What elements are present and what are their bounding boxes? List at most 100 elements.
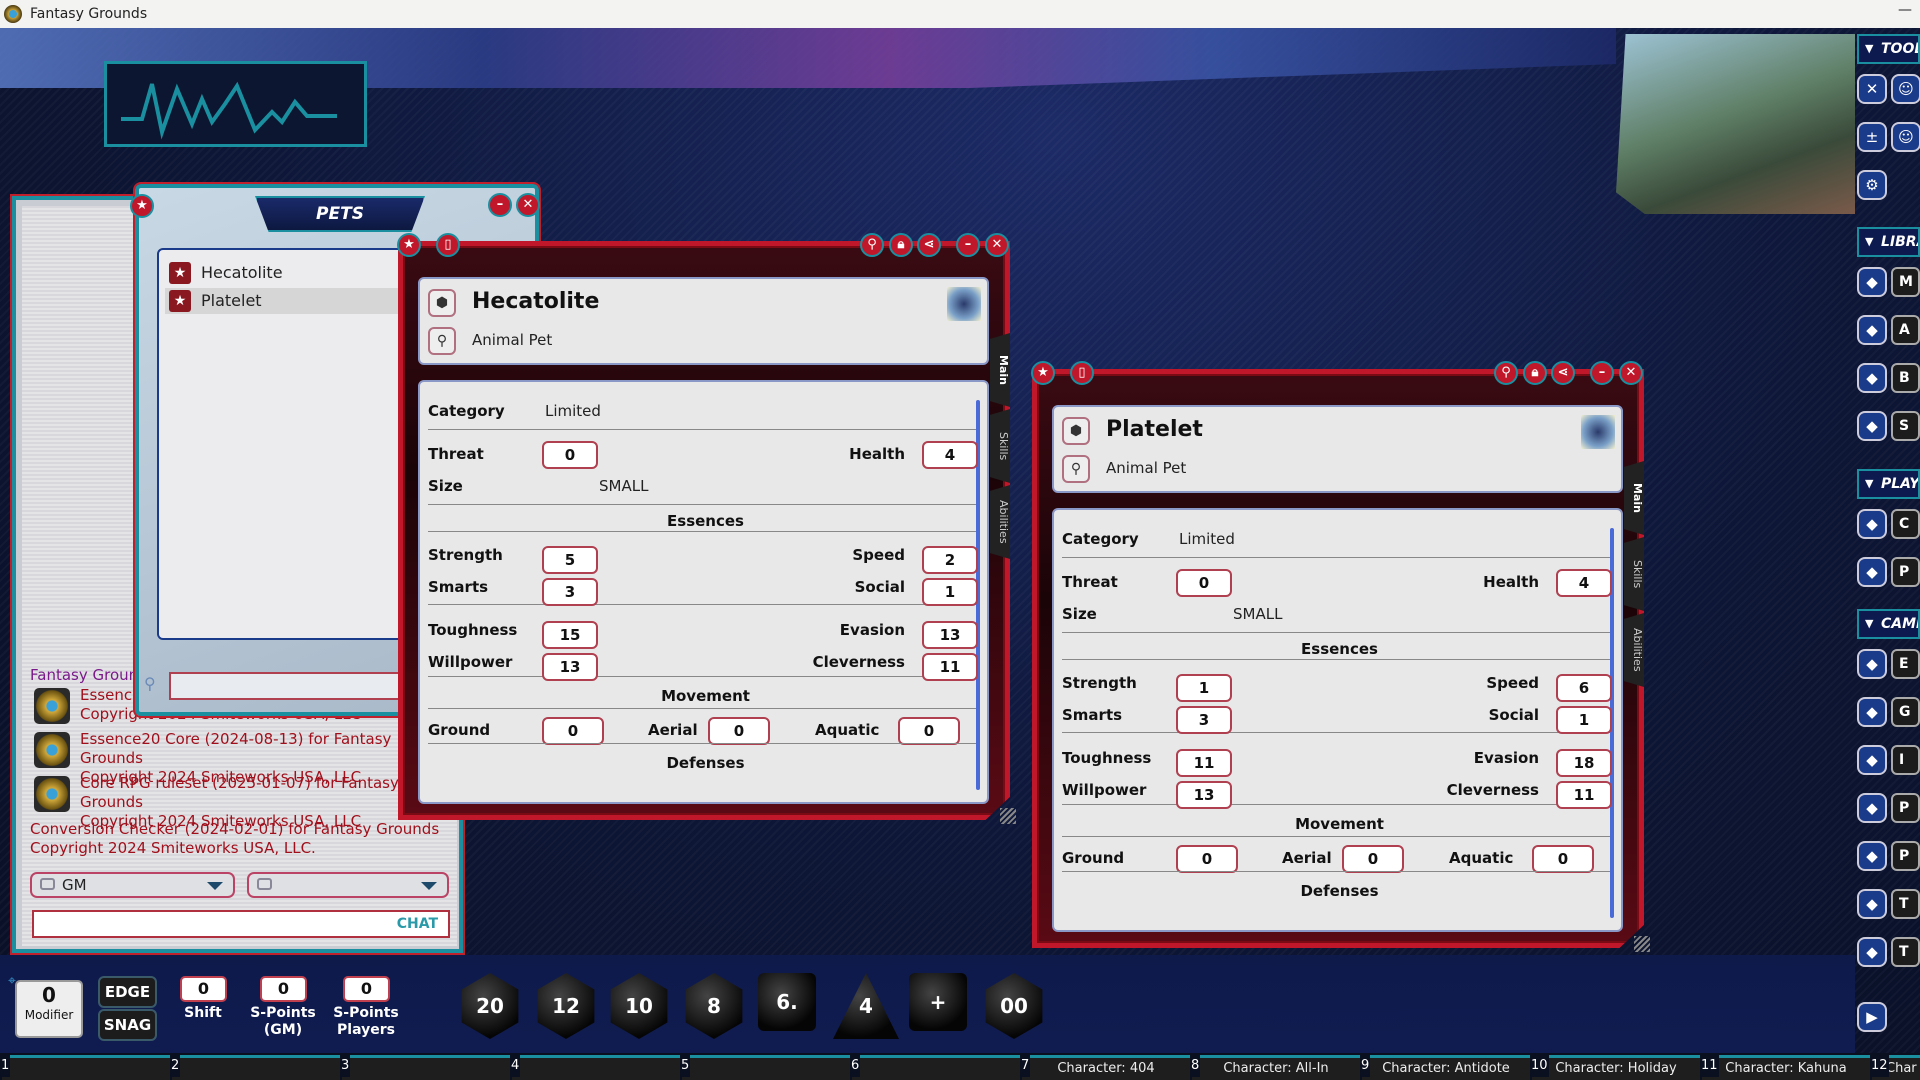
sidebar-icon[interactable]: ◆ — [1857, 889, 1887, 919]
minimize-button[interactable]: – — [1590, 361, 1614, 385]
hotkey-slot[interactable]: 10Character: Holiday — [1532, 1055, 1700, 1080]
sidebar-button[interactable]: G — [1891, 697, 1920, 727]
hotkey-slot[interactable]: 2 — [172, 1055, 340, 1080]
dice-icon[interactable]: ⬢ — [1062, 417, 1090, 445]
search-button[interactable]: ⚲ — [1494, 361, 1518, 385]
pet-name[interactable]: Platelet — [1106, 417, 1203, 442]
favorite-star-button[interactable]: ★ — [397, 233, 421, 257]
sidebar-button[interactable]: B — [1891, 363, 1920, 393]
search-button[interactable]: ⚲ — [860, 233, 884, 257]
toughness-field[interactable]: 15 — [542, 621, 598, 649]
sidebar-section-players[interactable]: PLAYERS — [1857, 469, 1920, 499]
sidebar-button[interactable]: M — [1891, 267, 1920, 297]
sidebar-icon[interactable]: ◆ — [1857, 267, 1887, 297]
aquatic-field[interactable]: 0 — [1532, 845, 1594, 873]
d20-die-icon[interactable]: 20 — [457, 973, 523, 1039]
sidebar-icon[interactable]: ◆ — [1857, 937, 1887, 967]
tab-main[interactable]: Main — [990, 333, 1010, 407]
hotkey-slot[interactable]: 3 — [342, 1055, 510, 1080]
sidebar-button[interactable]: C — [1891, 509, 1920, 539]
pets-close-button[interactable]: ✕ — [516, 193, 540, 217]
aerial-field[interactable]: 0 — [708, 717, 770, 745]
willpower-field[interactable]: 13 — [542, 653, 598, 681]
tool-icon[interactable]: ✕ — [1857, 74, 1887, 104]
tool-icon[interactable]: ⚙ — [1857, 170, 1887, 200]
close-button[interactable]: ✕ — [985, 233, 1009, 257]
add-die-icon[interactable]: + — [909, 973, 967, 1031]
tab-abilities[interactable]: Abilities — [1624, 613, 1644, 687]
speed-field[interactable]: 2 — [922, 546, 978, 574]
hotkey-slot[interactable]: 4 — [512, 1055, 680, 1080]
strength-field[interactable]: 1 — [1176, 674, 1232, 702]
favorite-star-button[interactable]: ★ — [1031, 361, 1055, 385]
sidebar-button[interactable]: S — [1891, 411, 1920, 441]
speed-field[interactable]: 6 — [1556, 674, 1612, 702]
cleverness-field[interactable]: 11 — [922, 653, 978, 681]
toughness-field[interactable]: 11 — [1176, 749, 1232, 777]
social-field[interactable]: 1 — [922, 578, 978, 606]
sidebar-icon[interactable]: ◆ — [1857, 793, 1887, 823]
threat-field[interactable]: 0 — [542, 441, 598, 469]
modifier-box[interactable]: 0 Modifier — [15, 980, 83, 1038]
close-button[interactable]: ✕ — [1619, 361, 1643, 385]
sidebar-section-tools[interactable]: TOOLS — [1857, 34, 1920, 64]
evasion-field[interactable]: 13 — [922, 621, 978, 649]
pet-name[interactable]: Hecatolite — [472, 289, 599, 314]
tool-icon[interactable]: ± — [1857, 122, 1887, 152]
zoom-icon[interactable]: ⚲ — [1062, 455, 1090, 483]
pet-portrait[interactable] — [1581, 415, 1615, 449]
sidebar-button[interactable]: A — [1891, 315, 1920, 345]
d12-die-icon[interactable]: 12 — [533, 973, 599, 1039]
share-button[interactable]: ⋖ — [1551, 361, 1575, 385]
d6-die-icon[interactable]: 6. — [758, 973, 816, 1031]
aquatic-field[interactable]: 0 — [898, 717, 960, 745]
book-button[interactable]: ▯ — [436, 233, 460, 257]
counter-field[interactable]: 0 — [180, 976, 227, 1002]
health-field[interactable]: 4 — [922, 441, 978, 469]
sidebar-button[interactable]: T — [1891, 889, 1920, 919]
tab-skills[interactable]: Skills — [990, 409, 1010, 483]
smarts-field[interactable]: 3 — [542, 578, 598, 606]
sidebar-button[interactable]: P — [1891, 841, 1920, 871]
snag-button[interactable]: SNAG — [98, 1009, 157, 1041]
sidebar-button[interactable]: P — [1891, 557, 1920, 587]
chat-input[interactable]: CHAT — [32, 910, 450, 938]
sidebar-button[interactable]: E — [1891, 649, 1920, 679]
sidebar-icon[interactable]: ◆ — [1857, 745, 1887, 775]
chat-send-label[interactable]: CHAT — [397, 916, 438, 932]
hotkey-slot[interactable]: 8Character: All-In — [1192, 1055, 1360, 1080]
book-button[interactable]: ▯ — [1070, 361, 1094, 385]
pets-star-button[interactable]: ★ — [130, 194, 154, 218]
hotkey-slot[interactable]: 12Char — [1872, 1055, 1920, 1080]
lock-button[interactable]: 🔒︎ — [1523, 361, 1547, 385]
sidebar-icon[interactable]: ◆ — [1857, 649, 1887, 679]
health-field[interactable]: 4 — [1556, 569, 1612, 597]
tool-icon[interactable]: ☺ — [1891, 74, 1920, 104]
tab-main[interactable]: Main — [1624, 461, 1644, 535]
sidebar-icon[interactable]: ◆ — [1857, 841, 1887, 871]
sidebar-icon[interactable]: ◆ — [1857, 411, 1887, 441]
aerial-field[interactable]: 0 — [1342, 845, 1404, 873]
d10-die-icon[interactable]: 10 — [606, 973, 672, 1039]
minimize-window-button[interactable]: — — [1898, 2, 1912, 18]
hotkey-slot[interactable]: 9Character: Antidote — [1362, 1055, 1530, 1080]
dice-icon[interactable]: ⬢ — [428, 289, 456, 317]
sidebar-section-library[interactable]: LIBRARY — [1857, 227, 1920, 257]
d4-die-icon[interactable]: 4 — [833, 973, 899, 1039]
evasion-field[interactable]: 18 — [1556, 749, 1612, 777]
resize-grip[interactable] — [1634, 936, 1650, 952]
sidebar-icon[interactable]: ◆ — [1857, 315, 1887, 345]
cleverness-field[interactable]: 11 — [1556, 781, 1612, 809]
smarts-field[interactable]: 3 — [1176, 706, 1232, 734]
willpower-field[interactable]: 13 — [1176, 781, 1232, 809]
sidebar-section-campaign[interactable]: CAMPAIGN — [1857, 609, 1920, 639]
d8-die-icon[interactable]: 8 — [681, 973, 747, 1039]
d100-die-icon[interactable]: 00 — [981, 973, 1047, 1039]
tab-skills[interactable]: Skills — [1624, 537, 1644, 611]
hotkey-slot[interactable]: 5 — [682, 1055, 850, 1080]
sidebar-icon[interactable]: ◆ — [1857, 363, 1887, 393]
sidebar-button[interactable]: I — [1891, 745, 1920, 775]
resize-grip[interactable] — [1000, 808, 1016, 824]
play-icon[interactable]: ▶ — [1857, 1002, 1887, 1032]
hotkey-slot[interactable]: 1 — [2, 1055, 170, 1080]
